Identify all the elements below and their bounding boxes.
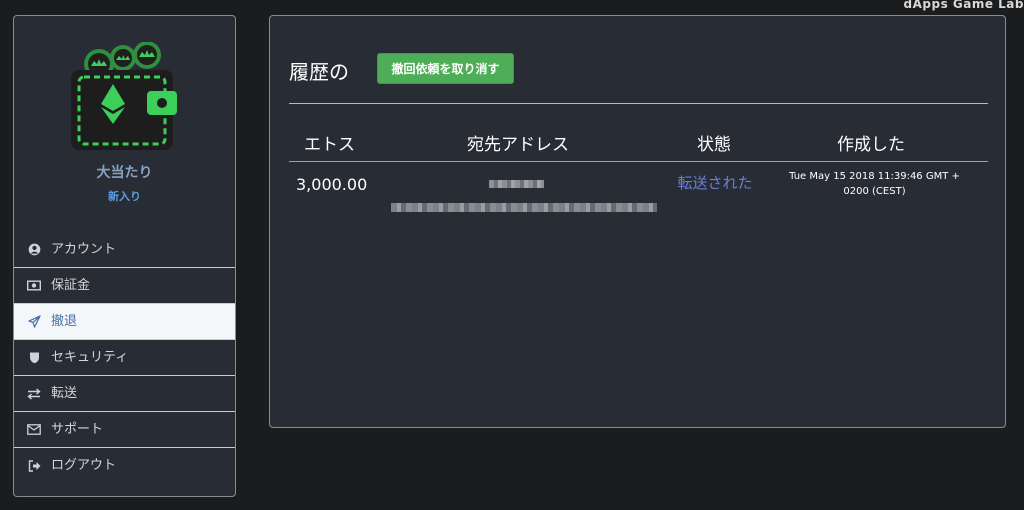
sidebar-item-label: 保証金 xyxy=(51,277,91,293)
sidebar-item-label: セキュリティ xyxy=(51,349,129,365)
column-header-status: 状態 xyxy=(697,135,731,155)
sidebar-item-deposit[interactable]: 保証金 xyxy=(14,268,235,304)
sidebar-item-withdraw[interactable]: 撤退 xyxy=(14,304,235,340)
user-rank: 新入り xyxy=(108,190,141,203)
sidebar-nav: アカウント 保証金 撤退 セキュリティ 転送 サポート ログアウト xyxy=(14,232,235,484)
page-title: 履歴の xyxy=(289,60,349,84)
column-header-address: 宛先アドレス xyxy=(467,135,569,155)
redacted-address-label xyxy=(489,180,544,188)
sidebar-item-label: アカウント xyxy=(51,241,117,257)
row-amount: 3,000.00 xyxy=(296,175,368,194)
sidebar-item-support[interactable]: サポート xyxy=(14,412,235,448)
sidebar-item-label: サポート xyxy=(51,421,104,437)
divider xyxy=(289,103,988,104)
redacted-address xyxy=(391,203,657,212)
column-header-created: 作成した xyxy=(837,135,905,155)
row-created-date: Tue May 15 2018 11:39:46 GMT + 0200 (CES… xyxy=(789,171,960,197)
cancel-withdrawal-button[interactable]: 撤回依頼を取り消す xyxy=(377,53,514,84)
paper-plane-icon xyxy=(27,315,41,329)
row-status: 転送された xyxy=(677,174,753,192)
column-header-amount: エトス xyxy=(304,135,355,155)
sidebar-item-transfer[interactable]: 転送 xyxy=(14,376,235,412)
envelope-icon xyxy=(27,423,41,437)
shield-icon xyxy=(27,351,41,365)
sidebar-item-logout[interactable]: ログアウト xyxy=(14,448,235,484)
sidebar: 大当たり 新入り アカウント 保証金 撤退 セキュリティ 転送 サポート ログア… xyxy=(13,15,236,497)
sidebar-item-security[interactable]: セキュリティ xyxy=(14,340,235,376)
sidebar-item-account[interactable]: アカウント xyxy=(14,232,235,268)
user-circle-icon xyxy=(27,243,41,257)
history-panel: 履歴の 撤回依頼を取り消す エトス 宛先アドレス 状態 作成した 3,000.0… xyxy=(269,15,1006,428)
sidebar-item-label: ログアウト xyxy=(51,458,117,473)
wallet-logo-icon xyxy=(69,41,179,152)
username: 大当たり xyxy=(96,165,153,181)
money-icon xyxy=(27,279,41,293)
sidebar-item-label: 撤退 xyxy=(51,313,78,329)
exchange-icon xyxy=(27,387,41,401)
sidebar-item-label: 転送 xyxy=(51,385,78,401)
table-header-divider xyxy=(289,161,988,162)
sign-out-icon xyxy=(27,459,41,473)
watermark: dApps Game Lab xyxy=(903,0,1024,11)
